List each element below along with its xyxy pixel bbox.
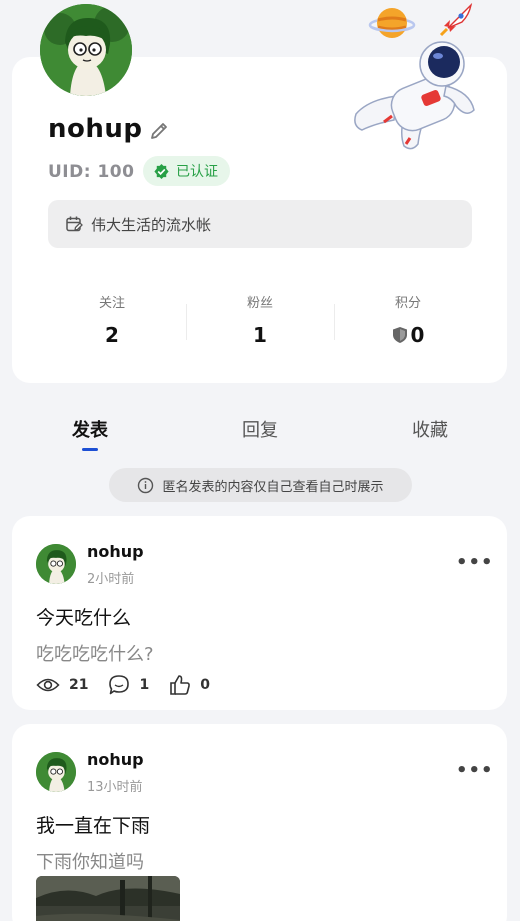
post-username[interactable]: nohup	[87, 750, 144, 769]
stat-label: 关注	[98, 296, 125, 311]
like-action[interactable]: 0	[169, 674, 210, 696]
post-image[interactable]	[36, 876, 180, 921]
info-icon	[138, 477, 154, 493]
stat-following[interactable]: 关注 2	[38, 290, 186, 350]
verified-badge: 已认证	[143, 156, 230, 186]
stat-followers[interactable]: 粉丝 1	[186, 290, 334, 350]
post-title: 今天吃什么	[36, 607, 132, 629]
stat-points[interactable]: 积分 0	[334, 290, 482, 350]
eye-icon	[36, 678, 60, 692]
like-count: 0	[200, 677, 210, 693]
comment-icon	[109, 675, 130, 695]
post-time: 2小时前	[87, 572, 135, 587]
avatar[interactable]	[36, 544, 76, 584]
stat-value: 2	[105, 323, 119, 347]
calendar-edit-icon	[66, 216, 83, 232]
bio-box[interactable]: 伟大生活的流水帐	[48, 200, 472, 248]
comment-count: 1	[139, 677, 150, 693]
shield-icon	[392, 327, 407, 343]
tab-posts[interactable]: 发表	[72, 416, 108, 442]
bio-text: 伟大生活的流水帐	[91, 215, 212, 234]
content-tabs: 发表 回复 收藏	[0, 414, 520, 454]
post-username[interactable]: nohup	[87, 542, 144, 561]
thumbs-up-icon	[170, 675, 191, 695]
notice-text: 匿名发表的内容仅自己查看自己时展示	[162, 479, 384, 495]
profile-uid: UID: 100	[48, 162, 135, 182]
avatar[interactable]	[36, 752, 76, 792]
profile-avatar[interactable]	[40, 4, 132, 96]
verified-check-icon	[154, 163, 169, 179]
post-body: 吃吃吃吃什么?	[36, 644, 154, 665]
stat-value: 1	[253, 323, 267, 347]
stat-value: 0	[410, 323, 425, 347]
profile-username: nohup	[48, 114, 143, 144]
anonymous-notice: 匿名发表的内容仅自己查看自己时展示	[109, 468, 412, 502]
views-count: 21	[69, 677, 89, 693]
post-time: 13小时前	[87, 780, 143, 795]
tab-replies[interactable]: 回复	[242, 416, 278, 442]
verified-label: 已认证	[176, 164, 218, 180]
views-action[interactable]: 21	[36, 676, 88, 694]
stat-label: 积分	[394, 296, 421, 311]
post-title: 我一直在下雨	[36, 815, 151, 837]
more-icon[interactable]: •••	[456, 552, 494, 573]
active-tab-indicator	[82, 448, 98, 451]
post-card[interactable]: nohup 2小时前 ••• 今天吃什么 吃吃吃吃什么? 21 1 0	[12, 516, 507, 710]
comment-action[interactable]: 1	[108, 674, 149, 696]
post-actions: 21 1 0	[36, 672, 230, 698]
edit-icon[interactable]	[148, 120, 170, 142]
post-card[interactable]: nohup 13小时前 ••• 我一直在下雨 下雨你知道吗	[12, 724, 507, 921]
more-icon[interactable]: •••	[456, 760, 494, 781]
profile-stats: 关注 2 粉丝 1 积分 0	[38, 290, 482, 350]
astronaut-illustration	[354, 41, 475, 150]
stat-label: 粉丝	[246, 296, 273, 311]
post-body: 下雨你知道吗	[36, 852, 144, 873]
tab-favorites[interactable]: 收藏	[412, 416, 448, 442]
